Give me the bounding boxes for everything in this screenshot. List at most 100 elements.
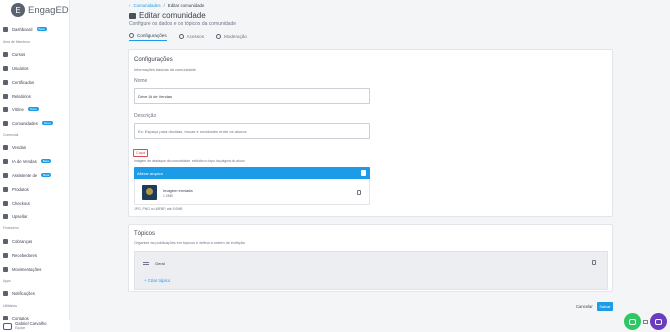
tab-acessos[interactable]: Acessos — [178, 33, 204, 41]
sidebar-item-label: Vendas — [12, 144, 26, 150]
report-icon — [3, 93, 8, 99]
chat-icon — [655, 318, 662, 325]
sidebar-item[interactable]: Produtos — [0, 183, 70, 195]
file-name: Imagem enviada — [163, 188, 193, 193]
sidebar-item[interactable]: Assistente de Beta — [0, 169, 70, 181]
sidebar-item[interactable]: Vitrine Novo — [0, 103, 70, 115]
sidebar-item[interactable]: Comunidades Novo — [0, 117, 70, 129]
page-subtitle: Configure os dados e os tópicos da comun… — [129, 21, 237, 27]
sidebar-item[interactable]: IA de Vendas Beta — [0, 155, 70, 167]
sidebar-section-label: Apps — [3, 279, 11, 283]
sidebar-item[interactable]: Usuários — [0, 62, 70, 74]
brand-logo[interactable]: E EngagED — [11, 3, 69, 17]
remove-file-icon[interactable] — [361, 170, 366, 176]
sidebar-item[interactable]: Notificações — [0, 287, 70, 299]
name-input[interactable]: Drive IA de Vendas — [134, 88, 370, 104]
trash-icon[interactable] — [592, 260, 596, 265]
sidebar-item-label: Cobranças — [12, 238, 33, 244]
page-title: Editar comunidade — [129, 11, 206, 20]
chat-button[interactable] — [650, 313, 667, 330]
sidebar-item-label: Cursos — [12, 51, 26, 57]
cover-thumbnail — [142, 185, 157, 200]
sidebar-item[interactable]: Cobranças — [0, 235, 70, 247]
cover-help: Imagem de destaque da comunidade, exibid… — [134, 159, 245, 163]
name-label: Nome — [134, 78, 148, 84]
topic-label: Geral — [155, 260, 165, 266]
save-button[interactable]: Salvar — [597, 302, 613, 311]
page-title-text: Editar comunidade — [139, 11, 206, 20]
sidebar-item-label: Assistente de — [12, 172, 38, 178]
settings-card: Configurações Informações básicas da com… — [128, 49, 613, 217]
trash-icon[interactable] — [357, 190, 361, 195]
receivers-icon — [3, 252, 8, 258]
sidebar-item[interactable]: Movimentações — [0, 263, 70, 275]
tab-moderacao[interactable]: Moderação — [216, 33, 247, 41]
shield-icon — [216, 33, 221, 39]
billing-icon — [3, 238, 8, 244]
app-root: E EngagED Dashboard Beta Área de Membros Cu… — [0, 0, 670, 332]
avatar-icon — [3, 322, 12, 330]
dollar-icon — [3, 144, 8, 150]
upsell-icon — [3, 213, 8, 219]
bell-icon — [3, 290, 8, 296]
user-info: Gabriel Carvalho Equipe — [15, 321, 46, 331]
sidebar-item[interactable]: Checkout — [0, 197, 70, 209]
file-size: 1.0MB — [163, 194, 173, 198]
breadcrumb-link-comunidades[interactable]: Comunidades — [133, 3, 160, 8]
status-badge: Novo — [27, 106, 39, 112]
upload-header[interactable]: Alterar arquivo — [134, 167, 370, 179]
whatsapp-icon — [629, 318, 636, 325]
sidebar-item[interactable]: Vendas — [0, 141, 70, 153]
box-icon — [3, 186, 8, 192]
add-topic-button[interactable]: + Criar tópico — [144, 278, 170, 283]
users-icon — [3, 65, 8, 71]
drag-handle-icon[interactable] — [143, 261, 149, 265]
cover-label: Capa — [133, 149, 149, 157]
sidebar-section-label: Área de Membros — [3, 40, 30, 44]
logo-mark-icon: E — [11, 3, 25, 17]
sidebar-item-label: Notificações — [12, 290, 35, 296]
sidebar-item[interactable]: Cursos — [0, 48, 70, 60]
user-profile[interactable]: Gabriel Carvalho Equipe — [0, 320, 70, 332]
sidebar-item-label: Certificados — [12, 79, 35, 85]
sidebar-item-label: Produtos — [12, 186, 29, 192]
movements-icon — [3, 266, 8, 272]
topics-card: Tópicos Organize as publicações em tópic… — [128, 224, 613, 292]
tab-bar: Configurações Acessos Moderação — [129, 33, 247, 41]
sidebar-item[interactable]: Upsellar — [0, 210, 70, 222]
status-badge: Beta — [40, 158, 51, 164]
sidebar-item-label: Recebedores — [12, 252, 37, 258]
sidebar-item[interactable]: Relatórios — [0, 90, 70, 102]
cancel-button[interactable]: Cancelar — [576, 304, 593, 309]
ai-icon — [3, 158, 8, 164]
assistant-icon — [3, 172, 8, 178]
sidebar-item-label: Upsellar — [12, 213, 28, 219]
breadcrumb: ‹ Comunidades / Editar comunidade — [129, 3, 204, 8]
sidebar-item[interactable]: Certificados — [0, 76, 70, 88]
back-chevron-icon[interactable]: ‹ — [129, 3, 130, 8]
more-icon[interactable] — [643, 320, 648, 324]
upload-file-row: Imagem enviada 1.0MB — [134, 179, 370, 205]
description-input[interactable]: Ex: Espaço para dúvidas, trocas e novida… — [134, 123, 370, 139]
sidebar-item[interactable]: Recebedores — [0, 249, 70, 261]
sidebar-section-label: Utilitários — [3, 304, 17, 308]
upload-title: Alterar arquivo — [137, 170, 164, 176]
whatsapp-button[interactable] — [624, 313, 641, 330]
settings-title: Configurações — [134, 57, 173, 63]
list-item[interactable]: Geral — [140, 258, 604, 268]
sidebar-item-label: Relatórios — [12, 93, 31, 99]
user-role: Equipe — [15, 326, 26, 331]
sidebar-item-label: Vitrine — [12, 106, 24, 112]
sidebar-item[interactable]: Dashboard Beta — [0, 23, 70, 35]
sidebar-item-label: Checkout — [12, 200, 30, 206]
cart-icon — [3, 200, 8, 206]
lock-icon — [178, 33, 184, 39]
breadcrumb-current: Editar comunidade — [167, 3, 205, 8]
topics-list: Geral + Criar tópico — [134, 251, 608, 290]
sidebar-section-label: Comercial — [3, 133, 19, 137]
status-badge: Beta — [41, 172, 52, 178]
sidebar-item-label: Usuários — [12, 65, 29, 71]
community-icon — [3, 120, 8, 126]
topics-subtitle: Organize as publicações em tópicos e def… — [134, 241, 245, 245]
tab-configuracoes[interactable]: Configurações — [129, 33, 167, 41]
